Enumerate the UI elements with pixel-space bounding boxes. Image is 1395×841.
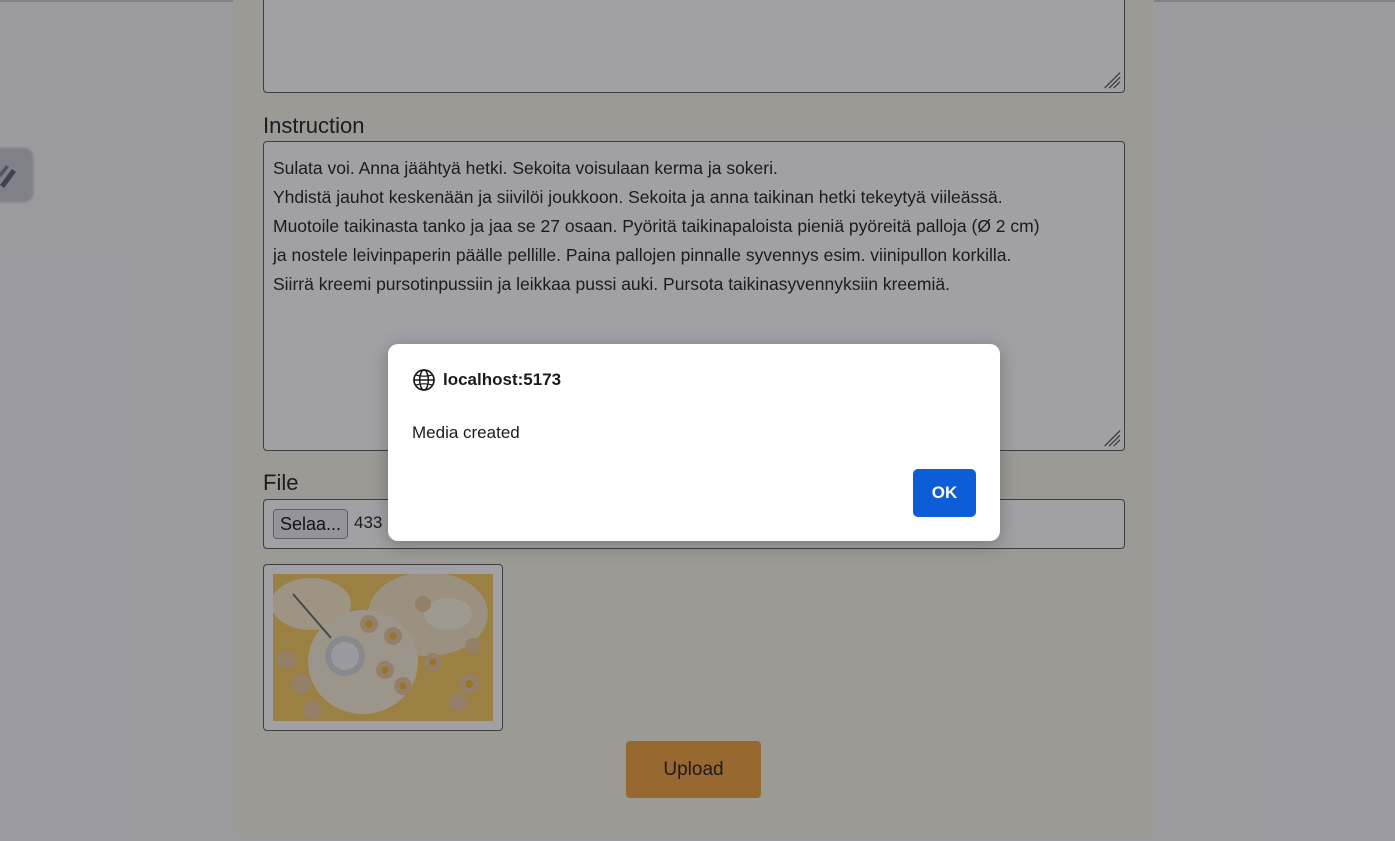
globe-icon	[413, 369, 435, 391]
alert-dialog: localhost:5173 Media created OK	[388, 344, 1000, 541]
dialog-message: Media created	[412, 423, 520, 442]
ok-button[interactable]: OK	[913, 469, 976, 517]
dialog-origin-text: localhost:5173	[443, 370, 562, 389]
dialog-origin: localhost:5173	[412, 368, 561, 392]
